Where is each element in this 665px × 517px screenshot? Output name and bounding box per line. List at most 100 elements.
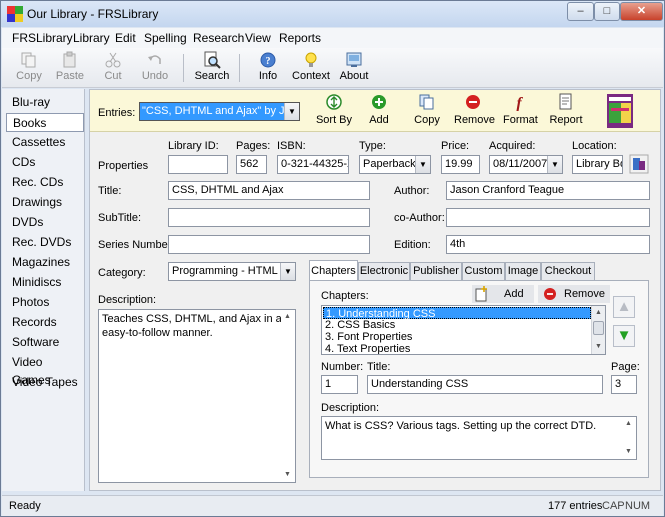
chapter-description-label: Description: bbox=[321, 402, 380, 414]
series-number-field[interactable] bbox=[168, 235, 370, 254]
sidebar-item-cds[interactable]: CDs bbox=[6, 153, 84, 172]
add-entry-button[interactable]: Add bbox=[366, 93, 392, 130]
remove-entry-button[interactable]: Remove bbox=[454, 93, 495, 130]
maximize-button[interactable]: □ bbox=[594, 2, 620, 21]
menu-library[interactable]: Library bbox=[73, 31, 110, 45]
sidebar-item-video-games[interactable]: Video Games bbox=[6, 353, 84, 387]
location-lookup-icon[interactable] bbox=[629, 154, 649, 174]
menu-reports[interactable]: Reports bbox=[279, 31, 321, 45]
description-textarea[interactable]: Teaches CSS, DHTML, and Ajax in an easy-… bbox=[98, 309, 296, 483]
caps-lock-indicator: CAP bbox=[602, 500, 625, 512]
remove-chapter-button[interactable]: Remove bbox=[538, 285, 610, 303]
title-field[interactable]: CSS, DHTML and Ajax bbox=[168, 181, 370, 200]
tab-image[interactable]: Image bbox=[505, 262, 541, 280]
scroll-up-icon[interactable]: ▲ bbox=[592, 306, 605, 320]
format-icon: f bbox=[516, 95, 523, 111]
sidebar-item-books[interactable]: Books bbox=[6, 113, 84, 132]
chapters-list[interactable]: 1. Understanding CSS 2. CSS Basics 3. Fo… bbox=[321, 305, 606, 355]
sort-by-button[interactable]: Sort By bbox=[314, 93, 354, 130]
chapter-page-field[interactable]: 3 bbox=[611, 375, 637, 394]
subtitle-field[interactable] bbox=[168, 208, 370, 227]
sidebar-item-drawings[interactable]: Drawings bbox=[6, 193, 84, 212]
lightbulb-icon bbox=[305, 52, 317, 67]
sidebar-item-rec-dvds[interactable]: Rec. DVDs bbox=[6, 233, 84, 252]
copy-toolbar-button[interactable]: Copy bbox=[7, 50, 51, 86]
coauthor-field[interactable] bbox=[446, 208, 650, 227]
minimize-button[interactable]: – bbox=[567, 2, 594, 21]
acquired-label: Acquired: bbox=[489, 140, 536, 152]
isbn-field[interactable]: 0-321-44325-X bbox=[277, 155, 349, 174]
menu-frslibrary[interactable]: FRSLibrary bbox=[12, 31, 73, 45]
sidebar-item-software[interactable]: Software bbox=[6, 333, 84, 352]
tab-publisher[interactable]: Publisher bbox=[410, 262, 462, 280]
scroll-down-icon[interactable]: ▼ bbox=[592, 340, 605, 354]
chapter-number-field[interactable]: 1 bbox=[321, 375, 358, 394]
library-id-field[interactable] bbox=[168, 155, 228, 174]
sidebar-item-minidiscs[interactable]: Minidiscs bbox=[6, 273, 84, 292]
sidebar-item-blu-ray[interactable]: Blu-ray bbox=[6, 93, 84, 112]
cut-toolbar-button[interactable]: Cut bbox=[91, 50, 135, 86]
scroll-down-icon[interactable]: ▼ bbox=[622, 445, 635, 459]
title-label: Title: bbox=[98, 185, 122, 197]
menu-view[interactable]: View bbox=[245, 31, 271, 45]
add-chapter-button[interactable]: Add bbox=[472, 285, 534, 303]
price-field[interactable]: 19.99 bbox=[441, 155, 480, 174]
report-button[interactable]: Report bbox=[549, 93, 583, 130]
entries-select[interactable]: "CSS, DHTML and Ajax" by Jaso ▼ bbox=[139, 102, 300, 121]
chapter-description-textarea[interactable]: What is CSS? Various tags. Setting up th… bbox=[321, 416, 637, 460]
sidebar-item-records[interactable]: Records bbox=[6, 313, 84, 332]
paste-toolbar-button[interactable]: Paste bbox=[48, 50, 92, 86]
entries-bar: Entries: "CSS, DHTML and Ajax" by Jaso ▼… bbox=[90, 90, 660, 132]
description-scrollbar[interactable]: ▲ ▼ bbox=[281, 310, 295, 482]
status-bar: Ready 177 entries CAP NUM bbox=[2, 495, 663, 516]
tab-checkout[interactable]: Checkout bbox=[541, 262, 595, 280]
move-chapter-up-button[interactable]: ▲ bbox=[613, 296, 635, 318]
menu-spelling[interactable]: Spelling bbox=[144, 31, 187, 45]
chevron-down-icon: ▼ bbox=[415, 156, 430, 173]
sidebar-item-magazines[interactable]: Magazines bbox=[6, 253, 84, 272]
scroll-up-icon[interactable]: ▲ bbox=[281, 310, 294, 324]
author-field[interactable]: Jason Cranford Teague bbox=[446, 181, 650, 200]
type-select[interactable]: Paperback ▼ bbox=[359, 155, 431, 174]
scroll-thumb[interactable] bbox=[593, 321, 604, 335]
paste-icon bbox=[63, 51, 76, 68]
sidebar-item-rec-cds[interactable]: Rec. CDs bbox=[6, 173, 84, 192]
tab-chapters[interactable]: Chapters bbox=[309, 260, 358, 281]
entry-count: 177 entries bbox=[548, 500, 603, 512]
edition-field[interactable]: 4th bbox=[446, 235, 650, 254]
chapter-title-field[interactable]: Understanding CSS bbox=[367, 375, 603, 394]
acquired-select[interactable]: 08/11/2007 ▼ bbox=[489, 155, 563, 174]
undo-toolbar-button[interactable]: Undo bbox=[133, 50, 177, 86]
list-item[interactable]: 4. Text Properties bbox=[323, 343, 410, 354]
menu-research[interactable]: Research bbox=[193, 31, 244, 45]
sidebar-item-dvds[interactable]: DVDs bbox=[6, 213, 84, 232]
chapters-scrollbar[interactable]: ▲ ▼ bbox=[591, 306, 605, 354]
menu-edit[interactable]: Edit bbox=[115, 31, 136, 45]
format-button[interactable]: f Format bbox=[503, 93, 538, 130]
tab-electronic[interactable]: Electronic bbox=[358, 262, 410, 280]
close-button[interactable]: ✕ bbox=[620, 2, 663, 21]
list-item[interactable]: 1. Understanding CSS bbox=[323, 307, 591, 320]
scroll-up-icon[interactable]: ▲ bbox=[622, 417, 635, 431]
tab-custom[interactable]: Custom bbox=[462, 262, 505, 280]
price-label: Price: bbox=[441, 140, 470, 152]
copy-entry-button[interactable]: Copy bbox=[413, 93, 441, 130]
sidebar-item-cassettes[interactable]: Cassettes bbox=[6, 133, 84, 152]
title-bar[interactable]: Our Library - FRSLibrary – □ ✕ bbox=[1, 1, 664, 27]
list-item[interactable]: 3. Font Properties bbox=[323, 331, 412, 343]
category-select[interactable]: Programming - HTML ▼ bbox=[168, 262, 296, 281]
location-field[interactable]: Library Boo bbox=[572, 155, 623, 174]
pages-field[interactable]: 562 bbox=[236, 155, 267, 174]
status-text: Ready bbox=[9, 500, 41, 512]
info-toolbar-button[interactable]: ? Info bbox=[246, 50, 290, 86]
about-toolbar-button[interactable]: About bbox=[332, 50, 376, 86]
search-toolbar-button[interactable]: Search bbox=[190, 50, 234, 86]
chapter-description-scrollbar[interactable]: ▲ ▼ bbox=[622, 417, 636, 459]
list-item[interactable]: 2. CSS Basics bbox=[323, 319, 395, 331]
sidebar-item-photos[interactable]: Photos bbox=[6, 293, 84, 312]
sidebar-item-video-tapes[interactable]: Video Tapes bbox=[6, 373, 84, 392]
context-toolbar-button[interactable]: Context bbox=[289, 50, 333, 86]
search-icon bbox=[204, 51, 221, 69]
move-chapter-down-button[interactable]: ▼ bbox=[613, 325, 635, 347]
scroll-down-icon[interactable]: ▼ bbox=[281, 468, 294, 482]
